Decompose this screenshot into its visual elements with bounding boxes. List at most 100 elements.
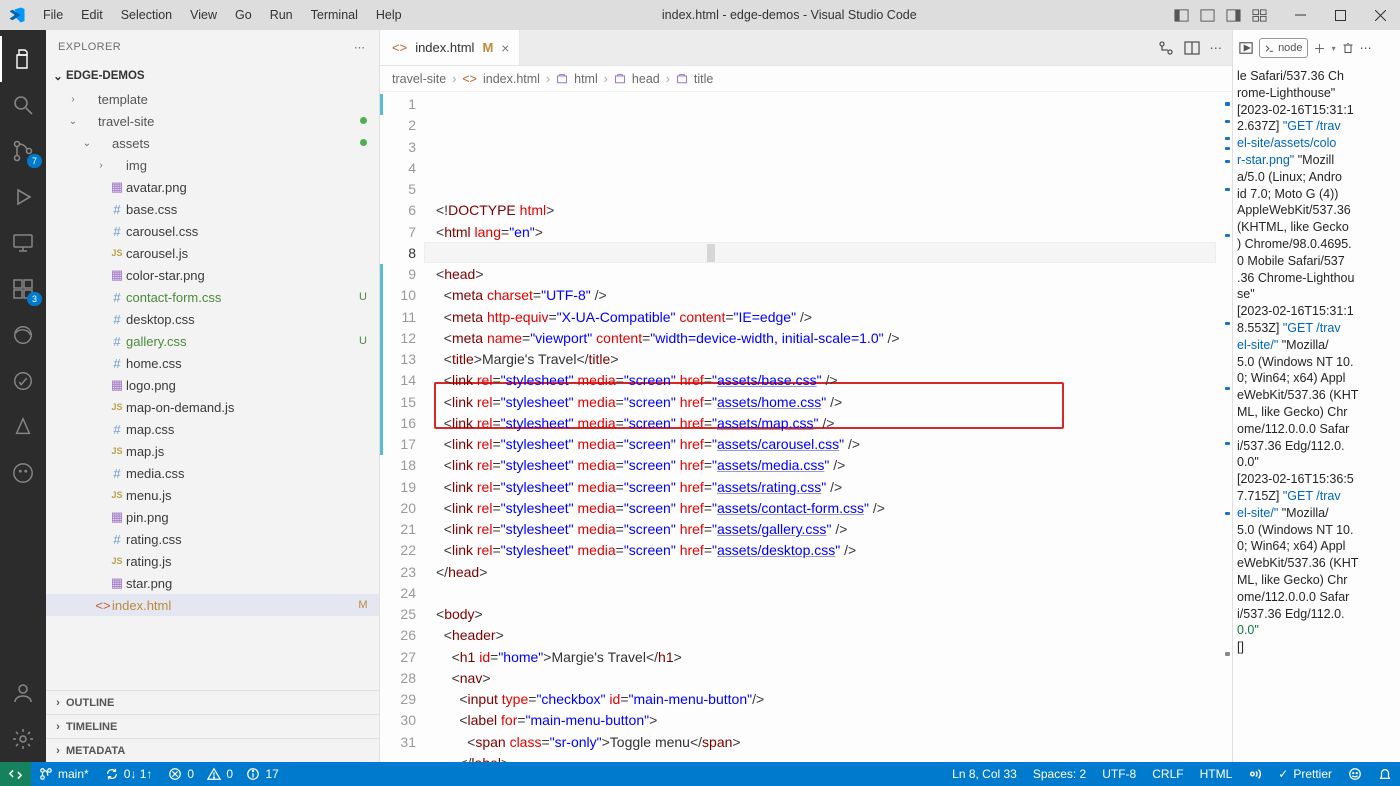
menu-help[interactable]: Help [367,8,411,22]
menu-run[interactable]: Run [261,8,302,22]
status-sync[interactable]: 0↓ 1↑ [97,762,161,786]
tree-item-contact-form-css[interactable]: #contact-form.cssU [46,286,379,308]
terminal-output[interactable]: le Safari/537.36 Chrome-Lighthouse"[2023… [1233,66,1400,762]
activity-explorer[interactable] [0,36,46,82]
code-line-2[interactable]: <html lang="en"> [424,222,1216,243]
code-line-14[interactable]: <link rel="stylesheet" media="screen" hr… [424,477,1216,498]
tree-item-pin-png[interactable]: ▦pin.png [46,506,379,528]
code-line-13[interactable]: <link rel="stylesheet" media="screen" hr… [424,455,1216,476]
overview-ruler[interactable] [1216,92,1232,762]
tree-item-map-on-demand-js[interactable]: JSmap-on-demand.js [46,396,379,418]
code-line-11[interactable]: <link rel="stylesheet" media="screen" hr… [424,413,1216,434]
code-line-21[interactable]: <header> [424,625,1216,646]
code-line-10[interactable]: <link rel="stylesheet" media="screen" hr… [424,392,1216,413]
tree-item-avatar-png[interactable]: ▦avatar.png [46,176,379,198]
project-header[interactable]: ⌄ EDGE-DEMOS [46,64,379,88]
tree-item-color-star-png[interactable]: ▦color-star.png [46,264,379,286]
activity-azure[interactable] [0,404,46,450]
tree-item-base-css[interactable]: #base.css [46,198,379,220]
explorer-more-icon[interactable]: ⋯ [354,41,367,54]
tree-item-img[interactable]: ›img [46,154,379,176]
tab-close-button[interactable]: × [501,40,509,56]
tree-item-desktop-css[interactable]: #desktop.css [46,308,379,330]
tree-item-travel-site[interactable]: ⌄travel-site [46,110,379,132]
status-encoding[interactable]: UTF-8 [1094,767,1144,781]
code-editor[interactable]: <!DOCTYPE html><html lang="en"> <head> <… [424,92,1216,762]
code-line-16[interactable]: <link rel="stylesheet" media="screen" hr… [424,519,1216,540]
code-line-17[interactable]: <link rel="stylesheet" media="screen" hr… [424,540,1216,561]
menu-selection[interactable]: Selection [112,8,181,22]
status-feedback[interactable] [1340,767,1370,781]
tree-item-home-css[interactable]: #home.css [46,352,379,374]
status-live-preview[interactable] [1240,767,1270,781]
status-cursor[interactable]: Ln 8, Col 33 [944,767,1025,781]
activity-source-control[interactable]: 7 [0,128,46,174]
menu-edit[interactable]: Edit [72,8,112,22]
tree-item-rating-js[interactable]: JSrating.js [46,550,379,572]
new-terminal-icon[interactable]: ＋ [1314,40,1326,57]
window-close-button[interactable] [1360,0,1400,30]
status-remote[interactable] [0,762,31,786]
tree-item-star-png[interactable]: ▦star.png [46,572,379,594]
code-line-8[interactable]: <title>Margie's Travel</title> [424,349,1216,370]
terminal-dropdown-icon[interactable]: ▾ [1332,44,1336,53]
activity-github[interactable] [0,450,46,496]
layout-right-icon[interactable] [1220,3,1246,27]
breadcrumb[interactable]: travel-site›<>index.html›html›head›title [380,66,1232,92]
terminal-more-icon[interactable]: ⋯ [1360,41,1374,55]
code-line-25[interactable]: <label for="main-menu-button"> [424,710,1216,731]
breadcrumb-index.html[interactable]: index.html [483,72,540,86]
menu-file[interactable]: File [34,8,72,22]
layout-bottom-icon[interactable] [1194,3,1220,27]
code-line-6[interactable]: <meta http-equiv="X-UA-Compatible" conte… [424,307,1216,328]
status-notifications[interactable] [1370,767,1400,781]
section-metadata[interactable]: ›METADATA [46,738,379,762]
tree-item-gallery-css[interactable]: #gallery.cssU [46,330,379,352]
activity-remote-explorer[interactable] [0,220,46,266]
status-language[interactable]: HTML [1192,767,1241,781]
code-line-19[interactable] [424,583,1216,604]
activity-settings[interactable] [0,716,46,762]
tree-item-map-css[interactable]: #map.css [46,418,379,440]
code-line-12[interactable]: <link rel="stylesheet" media="screen" hr… [424,434,1216,455]
code-line-24[interactable]: <input type="checkbox" id="main-menu-but… [424,689,1216,710]
terminal-profile-button[interactable]: node [1259,38,1308,58]
activity-search[interactable] [0,82,46,128]
status-eol[interactable]: CRLF [1144,767,1191,781]
code-line-27[interactable]: </label> [424,753,1216,762]
run-task-icon[interactable] [1239,41,1253,55]
menu-terminal[interactable]: Terminal [302,8,367,22]
code-line-3[interactable] [424,243,1216,264]
code-line-20[interactable]: <body> [424,604,1216,625]
code-line-1[interactable]: <!DOCTYPE html> [424,200,1216,221]
status-branch[interactable]: main* [31,762,97,786]
breadcrumb-html[interactable]: html [574,72,598,86]
tree-item-carousel-js[interactable]: JScarousel.js [46,242,379,264]
layout-left-icon[interactable] [1168,3,1194,27]
code-line-23[interactable]: <nav> [424,668,1216,689]
tree-item-carousel-css[interactable]: #carousel.css [46,220,379,242]
menu-go[interactable]: Go [226,8,261,22]
layout-grid-icon[interactable] [1246,3,1272,27]
tree-item-assets[interactable]: ⌄assets [46,132,379,154]
window-minimize-button[interactable] [1280,0,1320,30]
breadcrumb-title[interactable]: title [694,72,713,86]
tree-item-map-js[interactable]: JSmap.js [46,440,379,462]
compare-changes-icon[interactable] [1158,40,1174,56]
tree-item-menu-js[interactable]: JSmenu.js [46,484,379,506]
breadcrumb-head[interactable]: head [632,72,660,86]
section-outline[interactable]: ›OUTLINE [46,690,379,714]
activity-run-debug[interactable] [0,174,46,220]
activity-extensions[interactable]: 3 [0,266,46,312]
section-timeline[interactable]: ›TIMELINE [46,714,379,738]
tree-item-index-html[interactable]: <>index.htmlM [46,594,379,616]
code-line-26[interactable]: <span class="sr-only">Toggle menu</span> [424,732,1216,753]
editor-tab-index-html[interactable]: <> index.html M × [380,30,520,65]
tree-item-media-css[interactable]: #media.css [46,462,379,484]
code-line-18[interactable]: </head> [424,562,1216,583]
tree-item-rating-css[interactable]: #rating.css [46,528,379,550]
split-editor-icon[interactable] [1184,40,1200,56]
code-line-7[interactable]: <meta name="viewport" content="width=dev… [424,328,1216,349]
code-line-15[interactable]: <link rel="stylesheet" media="screen" hr… [424,498,1216,519]
menu-view[interactable]: View [181,8,226,22]
